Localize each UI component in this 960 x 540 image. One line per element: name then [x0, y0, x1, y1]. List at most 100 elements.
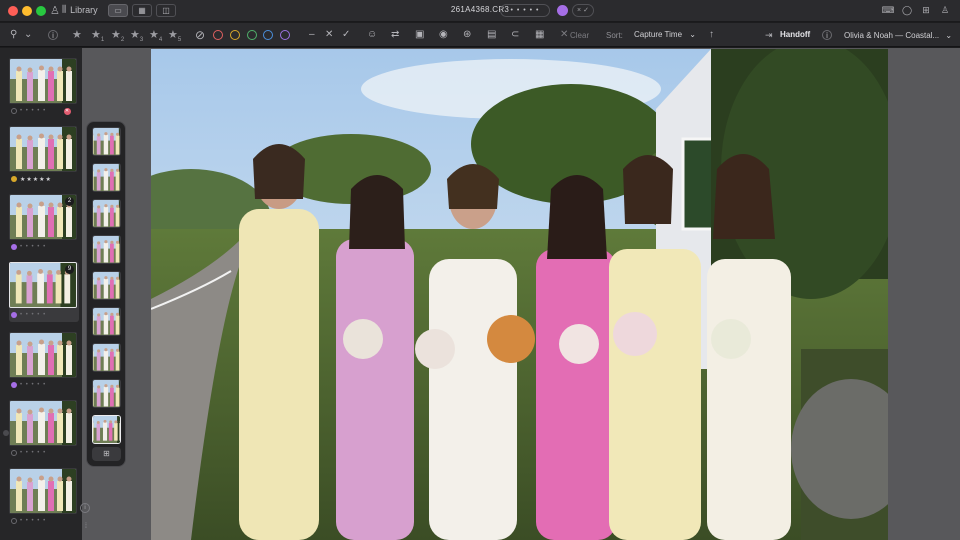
filmstrip-item[interactable]: 2 • • • • •	[9, 194, 79, 254]
calendar-filter-icon[interactable]: ▦	[535, 27, 544, 43]
filmstrip-item[interactable]: • • • • •	[9, 400, 79, 460]
handoff-info-icon[interactable]: i	[822, 30, 832, 40]
purple-label-filter[interactable]	[280, 30, 290, 40]
library-icon: ⫼	[62, 4, 67, 14]
red-label-filter[interactable]	[213, 30, 223, 40]
star-filter-5-button[interactable]: ★5	[168, 27, 181, 43]
face-filter-icon[interactable]: ☺	[367, 27, 377, 43]
image-filter-icon[interactable]: ▣	[415, 27, 424, 43]
image-viewer[interactable]	[82, 48, 960, 540]
library-label: Library	[70, 4, 98, 15]
thumbnail-rating: • • • • •	[20, 450, 47, 456]
single-view-button[interactable]: ▭	[108, 4, 128, 17]
compare-view-button[interactable]: ◫	[156, 4, 176, 17]
sidebar-info-icon[interactable]: i	[80, 503, 90, 513]
thumbnail-rating: • • • • •	[20, 312, 47, 318]
keyboard-icon[interactable]: ⌨	[881, 4, 895, 17]
rejected-filter-icon[interactable]: ✕	[325, 27, 333, 43]
library-breadcrumb[interactable]: ⫼ Library	[62, 4, 98, 15]
sidebar-scroll-knob[interactable]	[3, 430, 9, 436]
sidebar-resize-handle[interactable]: ⁞	[82, 523, 90, 533]
thumbnail-image	[9, 468, 77, 514]
project-dropdown[interactable]: Olivia & Noah — Coastal... ⌄	[844, 31, 952, 40]
chevron-down-icon: ⌄	[689, 30, 696, 39]
sort-value: Capture Time	[634, 30, 683, 39]
stack-thumbnail[interactable]	[92, 127, 121, 156]
thumbnail-rating: • • • • •	[20, 518, 47, 524]
label-empty-icon	[11, 108, 17, 114]
thumbnail-rating: • • • • •	[20, 108, 47, 114]
filmstrip-item[interactable]: ★★★★★	[9, 126, 79, 186]
camera-filter-icon[interactable]: ◉	[439, 27, 448, 43]
sort-direction-icon[interactable]: ↑	[709, 27, 714, 43]
stack-count-badge: 2	[65, 197, 74, 206]
thumbnail-image	[9, 400, 77, 446]
handoff-label[interactable]: Handoff	[780, 30, 810, 39]
filmstrip-item-selected[interactable]: 9 • • • • •	[9, 262, 79, 322]
sort-label: Sort:	[606, 31, 623, 40]
edits-filter-icon[interactable]: ⇄	[391, 27, 399, 43]
thumbnail-rating: • • • • •	[20, 244, 47, 250]
star-filter-4-button[interactable]: ★4	[149, 27, 162, 43]
stack-thumbnail[interactable]	[92, 343, 121, 372]
toolbar: ⚲ ⌄ i ★ ★1 ★2 ★3 ★4 ★5 ⊘ – ✕ ✓ ☺ ⇄ ▣ ◉ ⊛…	[0, 23, 960, 47]
project-label: Olivia & Noah — Coastal...	[844, 31, 940, 40]
stack-thumbnail[interactable]	[92, 163, 121, 192]
filmstrip-sidebar[interactable]: • • • • • ✕ ★★★★★ 2 • • • • • 9 • • • • …	[0, 48, 82, 540]
view-mode-segment: ▭ ▦ ◫	[108, 4, 176, 17]
filmstrip-item[interactable]: • • • • • ✕	[9, 58, 79, 118]
file-filter-icon[interactable]: ▤	[487, 27, 496, 43]
stack-thumbnail-selected[interactable]	[92, 415, 121, 444]
chevron-down-icon: ⌄	[945, 31, 953, 40]
stack-thumbnail[interactable]	[92, 199, 121, 228]
thumbnail-rating: • • • • •	[20, 382, 47, 388]
star-filter-0-icon[interactable]: ★	[72, 27, 82, 43]
label-empty-icon	[11, 450, 17, 456]
flag-control[interactable]: × ✓	[572, 4, 594, 17]
handoff-icon[interactable]: ⇥	[765, 27, 773, 43]
star-filter-1-button[interactable]: ★1	[91, 27, 104, 43]
comment-icon[interactable]: ◯	[900, 4, 914, 17]
close-window-button[interactable]	[8, 6, 18, 16]
purple-label-icon	[11, 312, 17, 318]
sort-dropdown[interactable]: Capture Time ⌄	[634, 30, 696, 39]
star-filter-3-button[interactable]: ★3	[130, 27, 143, 43]
info-icon[interactable]: i	[48, 30, 58, 40]
thumbnail-image: 2	[9, 194, 77, 240]
thumbnail-image	[9, 126, 77, 172]
link-filter-icon[interactable]: ⊂	[511, 27, 519, 43]
stack-thumbnail[interactable]	[92, 307, 121, 336]
filmstrip-item[interactable]: • • • • •	[9, 332, 79, 392]
stack-thumbnail[interactable]	[92, 235, 121, 264]
lens-filter-icon[interactable]: ⊛	[463, 27, 471, 43]
rejected-flag-icon: ✕	[64, 107, 71, 115]
stack-thumbnail[interactable]	[92, 379, 121, 408]
picked-filter-icon[interactable]: ✓	[342, 27, 350, 43]
green-label-filter[interactable]	[247, 30, 257, 40]
stack-thumbnail[interactable]	[92, 271, 121, 300]
stack-popover: ⊞	[86, 121, 126, 467]
account-icon[interactable]: ♙	[938, 4, 952, 17]
thumbnail-image	[9, 332, 77, 378]
yellow-label-icon	[11, 176, 17, 182]
clear-icon[interactable]: ✕	[560, 27, 568, 43]
thumbnail-image	[9, 58, 77, 104]
share-icon[interactable]: ⊞	[919, 4, 933, 17]
star-filter-2-button[interactable]: ★2	[111, 27, 124, 43]
filter-dropdown-icon[interactable]: ⌄	[24, 27, 32, 43]
unflagged-filter-icon[interactable]: –	[309, 27, 315, 43]
no-color-filter-icon[interactable]: ⊘	[195, 27, 205, 43]
person-icon[interactable]: ♙	[50, 4, 60, 17]
zoom-window-button[interactable]	[36, 6, 46, 16]
stack-grid-icon[interactable]: ⊞	[92, 447, 121, 461]
thumbnail-image: 9	[9, 262, 77, 308]
yellow-label-filter[interactable]	[230, 30, 240, 40]
clear-label[interactable]: Clear	[570, 31, 589, 40]
minimize-window-button[interactable]	[22, 6, 32, 16]
filmstrip-item[interactable]: • • • • •	[9, 468, 79, 528]
color-label-dot[interactable]	[557, 5, 568, 16]
filter-icon[interactable]: ⚲	[10, 27, 17, 43]
blue-label-filter[interactable]	[263, 30, 273, 40]
rating-control[interactable]: • • • • •	[500, 4, 550, 17]
grid-view-button[interactable]: ▦	[132, 4, 152, 17]
